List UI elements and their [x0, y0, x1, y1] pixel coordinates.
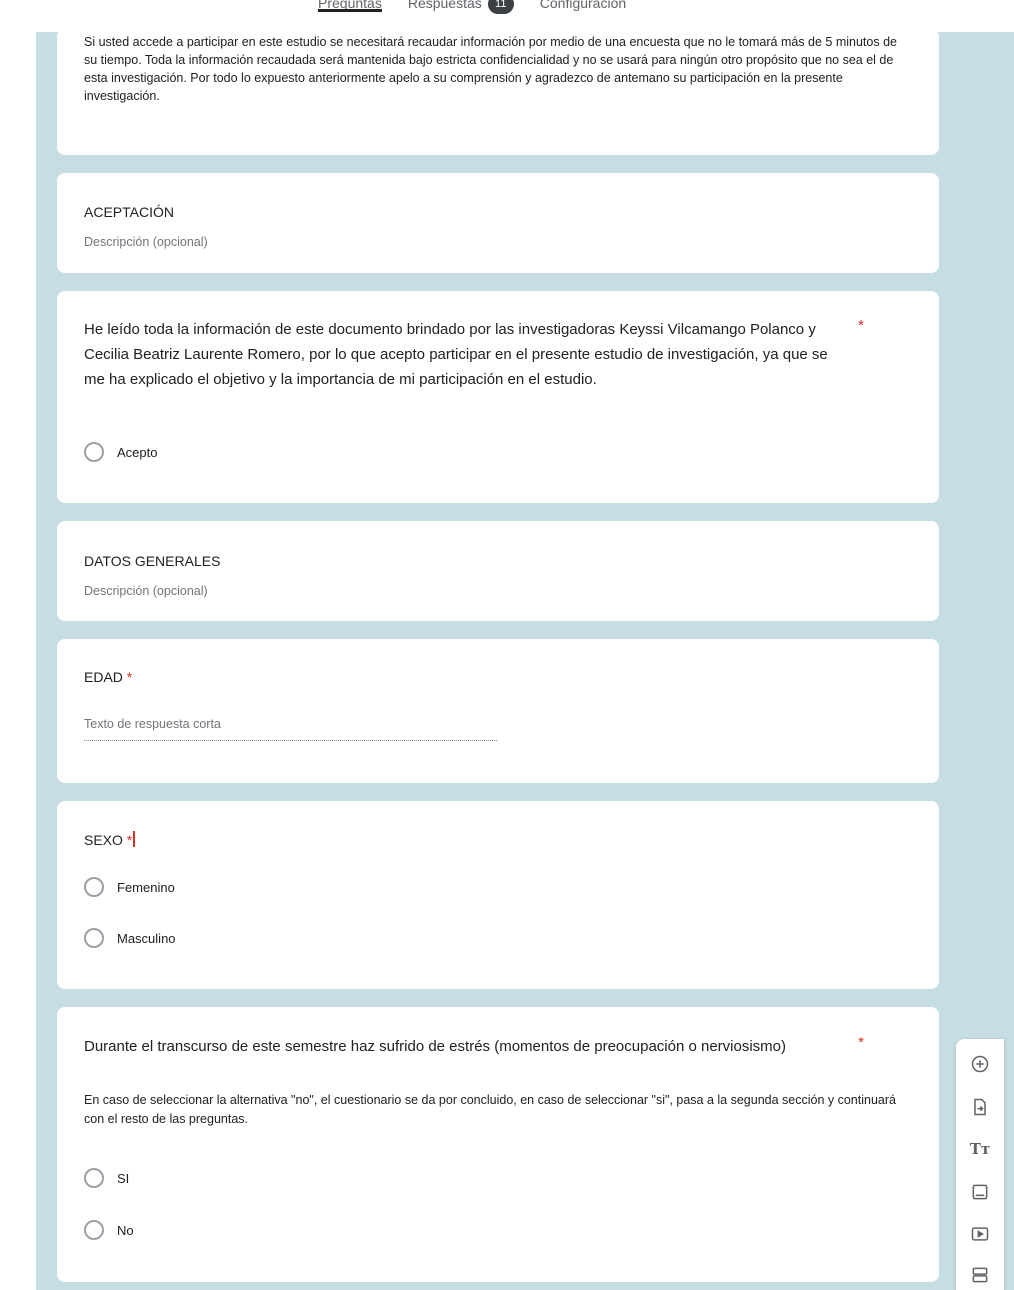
- section-datos-generales-card[interactable]: DATOS GENERALES Descripción (opcional): [57, 521, 939, 621]
- section-title[interactable]: DATOS GENERALES: [84, 553, 220, 569]
- add-section-icon[interactable]: [968, 1263, 992, 1287]
- option-masculino[interactable]: Masculino: [84, 928, 176, 948]
- tab-preguntas[interactable]: Preguntas: [318, 0, 382, 15]
- option-acepto[interactable]: Acepto: [84, 442, 157, 462]
- question-title[interactable]: Durante el transcurso de este semestre h…: [84, 1034, 844, 1059]
- option-femenino[interactable]: Femenino: [84, 877, 175, 897]
- short-answer-field[interactable]: Texto de respuesta corta: [84, 717, 497, 741]
- add-image-icon[interactable]: [968, 1180, 992, 1204]
- floating-toolbar: Tт: [956, 1039, 1004, 1290]
- option-no[interactable]: No: [84, 1220, 134, 1240]
- required-asterisk: *: [126, 669, 133, 685]
- form-tabs: Preguntas Respuestas 11 Configuración: [318, 0, 626, 15]
- radio-button[interactable]: [84, 1220, 104, 1240]
- add-question-icon[interactable]: [968, 1052, 992, 1076]
- text-cursor: [133, 831, 136, 847]
- intro-description[interactable]: Si usted accede a participar en este est…: [84, 33, 899, 105]
- question-consent-card[interactable]: He leído toda la información de este doc…: [57, 291, 939, 503]
- option-label: No: [117, 1222, 134, 1238]
- radio-button[interactable]: [84, 442, 104, 462]
- add-video-icon[interactable]: [968, 1222, 992, 1246]
- responses-count-badge: 11: [487, 0, 514, 15]
- required-asterisk: *: [858, 317, 864, 334]
- option-label: Acepto: [117, 444, 158, 460]
- question-help-text[interactable]: En caso de seleccionar la alternativa "n…: [84, 1091, 913, 1129]
- add-title-icon[interactable]: Tт: [968, 1137, 992, 1161]
- question-edad-card[interactable]: EDAD * Texto de respuesta corta: [57, 639, 939, 783]
- option-si[interactable]: SI: [84, 1168, 129, 1188]
- option-label: SI: [117, 1170, 130, 1186]
- tab-configuracion[interactable]: Configuración: [540, 0, 626, 15]
- import-questions-icon[interactable]: [968, 1095, 992, 1119]
- option-label: Femenino: [117, 879, 175, 895]
- intro-card[interactable]: Si usted accede a participar en este est…: [57, 29, 939, 155]
- section-description[interactable]: Descripción (opcional): [84, 584, 208, 598]
- section-title[interactable]: ACEPTACIÓN: [84, 204, 174, 220]
- question-sexo-card[interactable]: SEXO * Femenino Masculino: [57, 801, 939, 989]
- question-title[interactable]: He leído toda la información de este doc…: [84, 317, 834, 392]
- top-bar: Preguntas Respuestas 11 Configuración: [0, 0, 1014, 32]
- radio-button[interactable]: [84, 877, 104, 897]
- radio-button[interactable]: [84, 928, 104, 948]
- question-title[interactable]: EDAD *: [84, 665, 132, 690]
- question-title[interactable]: SEXO *: [84, 828, 136, 853]
- section-description[interactable]: Descripción (opcional): [84, 235, 208, 249]
- section-aceptacion-card[interactable]: ACEPTACIÓN Descripción (opcional): [57, 173, 939, 273]
- option-label: Masculino: [117, 930, 176, 946]
- required-asterisk: *: [858, 1034, 864, 1051]
- required-asterisk: *: [126, 832, 133, 848]
- question-estres-card[interactable]: Durante el transcurso de este semestre h…: [57, 1007, 939, 1282]
- radio-button[interactable]: [84, 1168, 104, 1188]
- tab-respuestas[interactable]: Respuestas 11: [408, 0, 514, 15]
